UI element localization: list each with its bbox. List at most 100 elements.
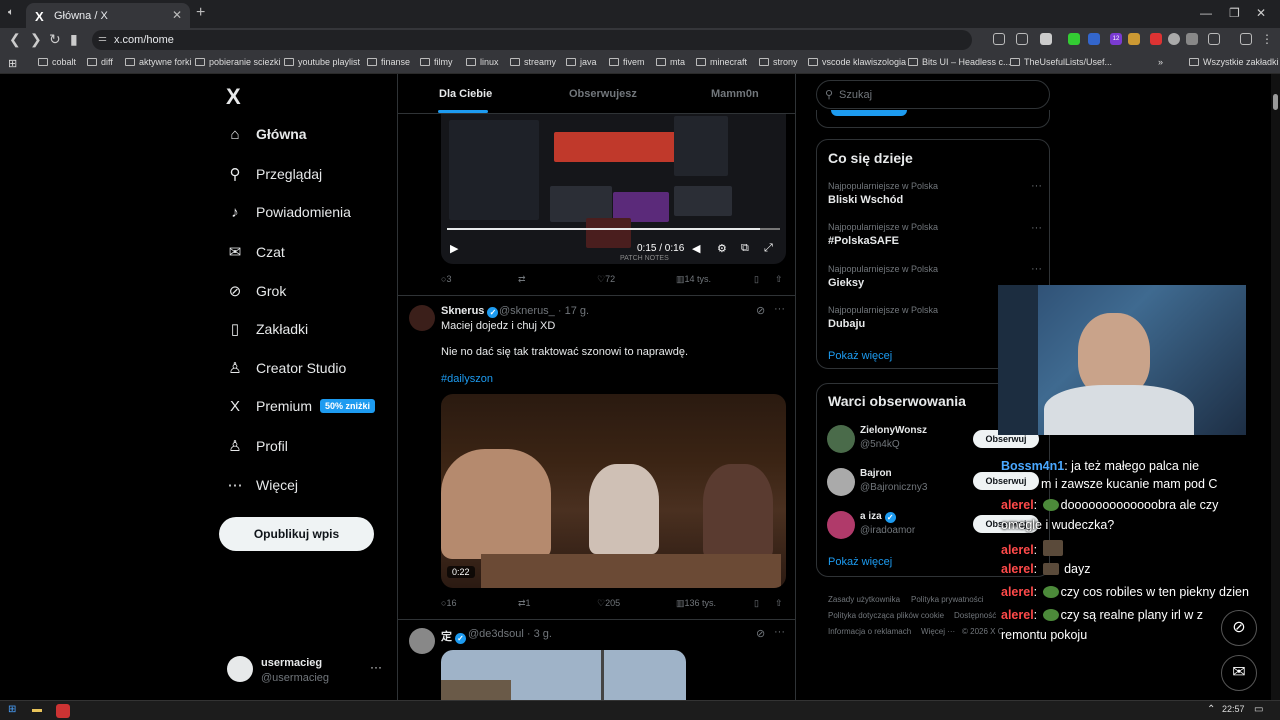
sidebar-item-premium[interactable]: X Premium 50% zniżki	[226, 398, 376, 415]
sidebar-item-home[interactable]: ⌂ Główna	[226, 126, 306, 143]
tab-following[interactable]: Obserwujesz	[569, 88, 637, 100]
grok-fab-icon[interactable]: ⊘	[1221, 610, 1257, 646]
trend-more-icon[interactable]: ···	[1031, 180, 1042, 192]
footer-link[interactable]: Polityka prywatności	[911, 595, 983, 604]
cast-icon[interactable]	[993, 33, 1005, 45]
avatar[interactable]	[227, 656, 253, 682]
tray-chevron-icon[interactable]: ⌃	[1207, 704, 1215, 715]
bookmark-item[interactable]: filmy	[420, 57, 453, 67]
bookmark-item[interactable]: fivem	[609, 57, 645, 67]
sidebar-icon[interactable]	[1208, 33, 1220, 45]
avatar[interactable]	[409, 628, 435, 654]
sidebar-item-creator-studio[interactable]: ♙ Creator Studio	[226, 359, 346, 377]
color-ext-icon[interactable]	[1128, 33, 1140, 45]
music-ext-icon[interactable]	[1068, 33, 1080, 45]
avatar[interactable]	[827, 425, 855, 453]
post-button[interactable]: Opublikuj wpis	[219, 517, 374, 551]
timeline[interactable]: Dla Ciebie Obserwujesz Mamm0n ▶ 0:15 / 0…	[397, 74, 796, 700]
pip-icon[interactable]: ⧉	[741, 242, 749, 255]
sidebar-item-chat[interactable]: ✉ Czat	[226, 243, 285, 261]
trend-item[interactable]: Gieksy	[828, 277, 864, 289]
show-more-link[interactable]: Pokaż więcej	[828, 350, 892, 362]
bookmark-item[interactable]: java	[566, 57, 597, 67]
tweet-author[interactable]: Sknerus ✓	[441, 305, 499, 318]
reply-button[interactable]: ○ 3	[441, 274, 451, 284]
bookmark-item[interactable]: Bits UI – Headless c...	[908, 57, 1011, 67]
bookmark-item[interactable]: streamy	[510, 57, 556, 67]
share-icon[interactable]: ⇧	[775, 598, 783, 609]
footer-link[interactable]: Polityka dotycząca plików cookie	[828, 611, 944, 620]
share-icon[interactable]	[1016, 33, 1028, 45]
avatar[interactable]	[827, 468, 855, 496]
footer-link[interactable]: Dostępność	[954, 611, 996, 620]
sidebar-item-more[interactable]: ⋯ Więcej	[226, 476, 299, 494]
new-tab-icon[interactable]: +	[196, 4, 205, 22]
like-button[interactable]: ♡ 72	[597, 274, 615, 285]
avatar[interactable]	[409, 305, 435, 331]
trend-item[interactable]: #PolskaSAFE	[828, 235, 899, 247]
bookmark-icon[interactable]: ▮	[70, 31, 78, 48]
footer-link[interactable]: Zasady użytkownika	[828, 595, 900, 604]
video-player[interactable]: ▶ 0:15 / 0:16 PATCH NOTES ◀ ⚙ ⧉ ⤢	[441, 114, 786, 264]
avatar[interactable]	[827, 511, 855, 539]
bookmark-item[interactable]: youtube playlist	[284, 57, 360, 67]
sidebar-item-notifications[interactable]: ♪ Powiadomienia	[226, 204, 351, 221]
site-settings-icon[interactable]: ⚌	[98, 33, 107, 44]
fullscreen-icon[interactable]: ⤢	[764, 242, 773, 255]
more-bookmarks-icon[interactable]: »	[1158, 57, 1163, 67]
suggested-user-name[interactable]: ZielonyWonsz	[860, 425, 927, 436]
author-handle[interactable]: @sknerus_	[499, 305, 555, 317]
bookmark-item[interactable]: cobalt	[38, 57, 76, 67]
sidebar-item-explore[interactable]: ⚲ Przeglądaj	[226, 165, 323, 183]
sidebar-item-profile[interactable]: ♙ Profil	[226, 437, 288, 455]
all-bookmarks[interactable]: Wszystkie zakładki	[1189, 57, 1279, 67]
browser-tab[interactable]: X Główna / X ✕	[26, 3, 190, 28]
menu-icon[interactable]: ⋮	[1261, 32, 1273, 46]
trend-item[interactable]: Dubaju	[828, 318, 865, 330]
start-icon[interactable]: ⊞	[8, 704, 16, 715]
tweet-author[interactable]: 定 ✓	[441, 628, 466, 644]
close-tab-icon[interactable]: ✕	[172, 8, 182, 22]
trend-more-icon[interactable]: ···	[1031, 263, 1042, 275]
repost-button[interactable]: ⇄	[518, 274, 526, 285]
restore-icon[interactable]: ❐	[1229, 6, 1240, 20]
address-bar[interactable]: ⚌ x.com/home	[92, 30, 972, 50]
back-icon[interactable]: ❮	[9, 31, 21, 48]
account-more-icon[interactable]: ···	[370, 660, 382, 674]
bookmark-item[interactable]: finanse	[367, 57, 410, 67]
scrollbar[interactable]	[1271, 74, 1280, 700]
search-input[interactable]: ⚲ Szukaj	[816, 80, 1050, 109]
folder-icon[interactable]: ▬	[32, 704, 42, 715]
like-button[interactable]: ♡ 205	[597, 598, 620, 609]
tweet-image[interactable]	[441, 650, 686, 700]
account-name[interactable]: usermacieg	[261, 657, 322, 669]
reload-icon[interactable]: ↻	[49, 31, 61, 48]
x-logo-icon[interactable]: X	[226, 84, 241, 110]
bookmark-item[interactable]: vscode klawiszologia	[808, 57, 906, 67]
gear-ext-icon[interactable]	[1168, 33, 1180, 45]
follow-button[interactable]: Obserwuj	[973, 472, 1039, 490]
sidebar-item-bookmarks[interactable]: ▯ Zakładki	[226, 320, 308, 338]
bookmark-item[interactable]: minecraft	[696, 57, 747, 67]
more-icon[interactable]: ···	[774, 303, 785, 315]
volume-icon[interactable]: ◀	[692, 242, 700, 255]
trend-more-icon[interactable]: ···	[1031, 222, 1042, 234]
hashtag-link[interactable]: #dailyszon	[441, 373, 493, 385]
media-control-icon[interactable]	[1240, 33, 1252, 45]
tweet-time[interactable]: · 17 g.	[558, 305, 589, 317]
sidebar-item-grok[interactable]: ⊘ Grok	[226, 282, 287, 300]
bookmark-item[interactable]: diff	[87, 57, 113, 67]
repost-button[interactable]: ⇄ 1	[518, 598, 531, 609]
tab-for-you[interactable]: Dla Ciebie	[439, 88, 492, 100]
footer-link[interactable]: Więcej ···	[921, 627, 955, 636]
author-handle[interactable]: @de3dsoul	[468, 628, 524, 640]
messages-fab-icon[interactable]: ✉	[1221, 655, 1257, 691]
views-button[interactable]: ▥ 14 tys.	[676, 274, 711, 285]
bookmark-item[interactable]: pobieranie sciezki	[195, 57, 281, 67]
show-more-link[interactable]: Pokaż więcej	[828, 556, 892, 568]
shield-icon[interactable]	[1040, 33, 1052, 45]
suggested-user-name[interactable]: Bajron	[860, 468, 892, 479]
audio-ext-icon[interactable]	[1088, 33, 1100, 45]
bookmark-item[interactable]: TheUsefulLists/Usef...	[1010, 57, 1112, 67]
bookmark-item[interactable]: linux	[466, 57, 499, 67]
